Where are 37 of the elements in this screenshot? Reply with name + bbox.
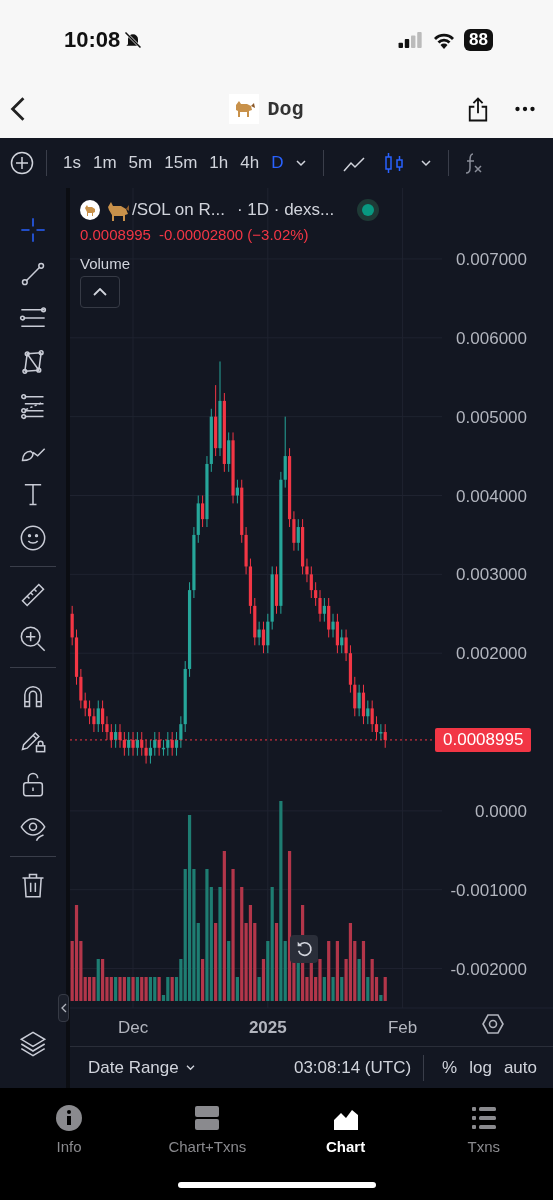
symbol-name: /SOL on R... <box>132 200 225 220</box>
price-value: 0.0008995 <box>80 226 151 243</box>
interval-button[interactable]: D <box>267 153 288 173</box>
clock: 10:08 <box>64 27 121 53</box>
axis-label: 0.007000 <box>456 249 527 269</box>
page-title: Dog <box>267 97 304 121</box>
date-range-button[interactable]: Date Range <box>88 1057 196 1078</box>
tab[interactable]: Chart+Txns <box>138 1104 277 1160</box>
axis-label: Dec <box>117 1018 149 1037</box>
interval-button[interactable]: 1h <box>205 153 233 173</box>
axis-label: -0.001000 <box>450 880 527 900</box>
scale-option-button[interactable]: auto <box>497 1057 543 1078</box>
interval-button[interactable]: 5m <box>124 153 157 173</box>
indicator-label: Volume <box>80 255 131 272</box>
symbol-details: · 1D · dexs... <box>236 200 335 220</box>
axis-label: -0.002000 <box>450 959 527 979</box>
axis-label: 0.0000 <box>475 801 527 821</box>
axis-label: 0.004000 <box>456 486 527 506</box>
axis-label: 2025 <box>248 1018 287 1037</box>
tab[interactable]: Txns <box>414 1104 553 1160</box>
axis-label: 0.002000 <box>456 644 527 664</box>
utc-time[interactable]: 03:08:14 (UTC) <box>293 1057 412 1078</box>
axis-label: 0.003000 <box>456 565 527 585</box>
interval-button[interactable]: 1m <box>88 153 121 173</box>
price-change: -0.00002800 (−3.02%) <box>158 226 309 243</box>
axis-label: 0.005000 <box>456 407 527 427</box>
price-tag: 0.0008995 <box>435 727 532 752</box>
battery-indicator: 88 <box>464 29 493 51</box>
tab[interactable]: Chart <box>276 1104 415 1160</box>
scale-option-button[interactable]: log <box>463 1057 498 1078</box>
tab[interactable]: Info <box>0 1104 139 1160</box>
interval-button[interactable]: 1s <box>59 153 85 173</box>
interval-button[interactable]: 4h <box>236 153 264 173</box>
axis-label: Feb <box>387 1018 418 1037</box>
interval-button[interactable]: 15m <box>160 153 202 173</box>
scale-option-button[interactable]: % <box>436 1057 464 1078</box>
axis-label: 0.006000 <box>456 328 527 348</box>
